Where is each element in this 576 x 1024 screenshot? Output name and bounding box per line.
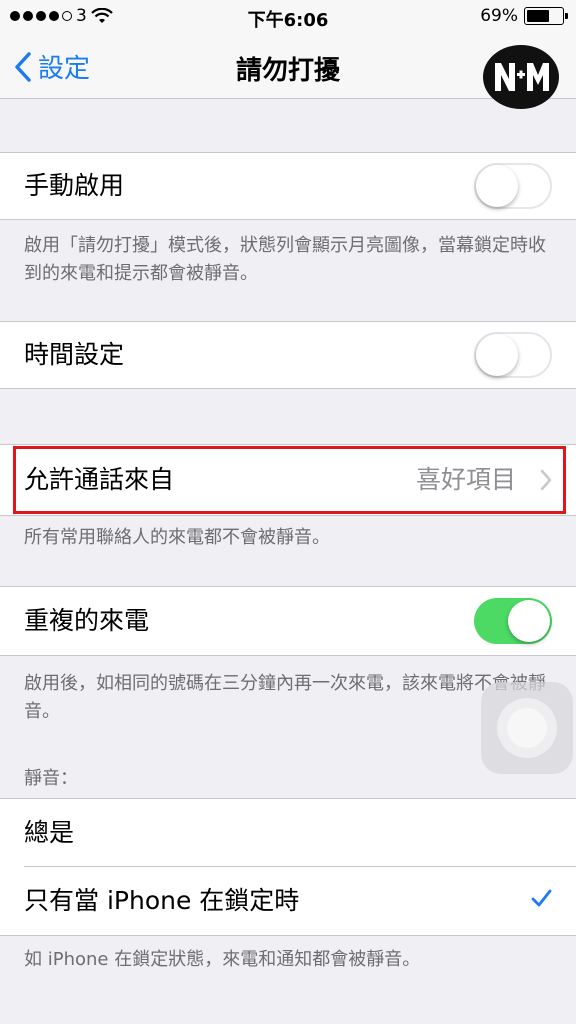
allow-calls-footer: 所有常用聯絡人的來電都不會被靜音。 <box>24 527 330 548</box>
battery-percent: 69% <box>480 6 518 26</box>
silence-option-label: 只有當 iPhone 在鎖定時 <box>24 886 300 915</box>
status-bar: 3 下午6:06 69% <box>0 0 576 34</box>
manual-label: 手動啟用 <box>24 171 125 200</box>
highlight-box <box>13 446 566 514</box>
manual-group: 手動啟用 <box>0 152 576 220</box>
repeated-row: 重複的來電 <box>0 587 576 655</box>
repeated-group: 重複的來電 <box>0 586 576 656</box>
repeated-label: 重複的來電 <box>24 606 150 635</box>
scheduled-label: 時間設定 <box>24 340 125 369</box>
repeated-toggle[interactable] <box>474 598 552 644</box>
manual-footer: 啟用「請勿打擾」模式後，狀態列會顯示月亮圖像，當幕鎖定時收到的來電和提示都會被靜… <box>24 235 546 284</box>
silence-option-label: 總是 <box>24 818 75 847</box>
nm-logo-icon <box>495 63 549 91</box>
silence-footer: 如 iPhone 在鎖定狀態，來電和通知都會被靜音。 <box>24 949 421 970</box>
silence-option-always[interactable]: 總是 <box>0 799 576 867</box>
checkmark-icon <box>531 889 552 907</box>
repeated-footer: 啟用後，如相同的號碼在三分鐘內再一次來電，該來電將不會被靜音。 <box>24 673 546 722</box>
manual-toggle[interactable] <box>474 163 552 209</box>
silence-group: 總是 只有當 iPhone 在鎖定時 <box>0 798 576 936</box>
battery-icon <box>524 7 568 25</box>
scheduled-group: 時間設定 <box>0 321 576 389</box>
silence-option-locked[interactable]: 只有當 iPhone 在鎖定時 <box>0 867 576 935</box>
watermark-logo <box>483 45 559 109</box>
silence-header: 靜音： <box>24 768 78 789</box>
battery-status: 69% <box>480 6 568 26</box>
scheduled-toggle[interactable] <box>474 332 552 378</box>
manual-row: 手動啟用 <box>0 153 576 219</box>
scheduled-row: 時間設定 <box>0 322 576 388</box>
assistive-touch-button[interactable] <box>481 682 573 774</box>
